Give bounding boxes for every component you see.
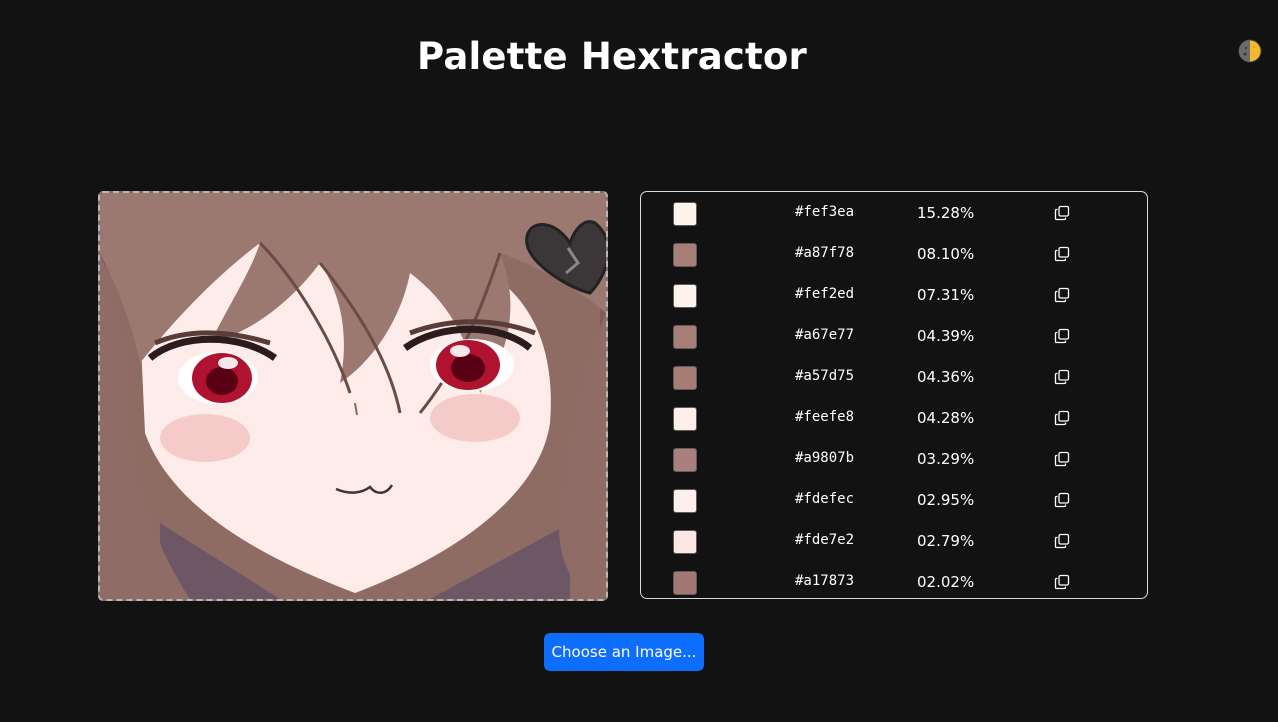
half-moon-theme-icon	[1238, 39, 1262, 63]
hex-code: #fdefec	[795, 491, 855, 507]
color-swatch	[673, 448, 697, 472]
color-swatch	[673, 243, 697, 267]
palette-row: #fef3ea 15.28%	[641, 192, 1147, 233]
choose-image-button[interactable]: Choose an Image...	[544, 633, 704, 671]
copy-icon	[1054, 328, 1070, 344]
copy-hex-button[interactable]	[1054, 533, 1070, 549]
hex-code: #a57d75	[795, 368, 855, 384]
copy-hex-button[interactable]	[1054, 410, 1070, 426]
copy-hex-button[interactable]	[1054, 492, 1070, 508]
theme-toggle-button[interactable]	[1238, 39, 1262, 63]
color-swatch	[673, 489, 697, 513]
anime-girl-face-image	[100, 193, 606, 599]
palette-row: #fef2ed 07.31%	[641, 274, 1147, 315]
color-percentage: 02.02%	[917, 573, 975, 591]
color-percentage: 08.10%	[917, 245, 975, 263]
copy-icon	[1054, 533, 1070, 549]
color-swatch	[673, 530, 697, 554]
palette-row: #a67e77 04.39%	[641, 315, 1147, 356]
copy-icon	[1054, 287, 1070, 303]
copy-icon	[1054, 205, 1070, 221]
copy-hex-button[interactable]	[1054, 246, 1070, 262]
app-page: Palette Hextractor #fef3ea 15.28% #a87f7…	[0, 0, 1278, 722]
palette-row: #a87f78 08.10%	[641, 233, 1147, 274]
copy-icon	[1054, 369, 1070, 385]
page-title: Palette Hextractor	[417, 35, 807, 78]
copy-icon	[1054, 451, 1070, 467]
copy-hex-button[interactable]	[1054, 369, 1070, 385]
color-percentage: 07.31%	[917, 286, 975, 304]
hex-code: #a9807b	[795, 450, 855, 466]
palette-row: #feefe8 04.28%	[641, 397, 1147, 438]
color-percentage: 15.28%	[917, 204, 975, 222]
color-percentage: 02.79%	[917, 532, 975, 550]
color-percentage: 04.39%	[917, 327, 975, 345]
copy-hex-button[interactable]	[1054, 574, 1070, 590]
palette-row: #a9807b 03.29%	[641, 438, 1147, 479]
color-percentage: 04.36%	[917, 368, 975, 386]
hex-code: #a67e77	[795, 327, 855, 343]
hex-code: #a17873	[795, 573, 855, 589]
color-swatch	[673, 407, 697, 431]
copy-hex-button[interactable]	[1054, 328, 1070, 344]
palette-list: #fef3ea 15.28% #a87f78 08.10% #fef2ed 07.31% #…	[640, 191, 1148, 599]
hex-code: #a87f78	[795, 245, 855, 261]
color-swatch	[673, 571, 697, 595]
palette-row: #fdefec 02.95%	[641, 479, 1147, 520]
color-swatch	[673, 202, 697, 226]
copy-hex-button[interactable]	[1054, 451, 1070, 467]
hex-code: #feefe8	[795, 409, 855, 425]
copy-hex-button[interactable]	[1054, 287, 1070, 303]
image-preview-dropzone[interactable]	[98, 191, 608, 601]
color-percentage: 04.28%	[917, 409, 975, 427]
palette-row: #a57d75 04.36%	[641, 356, 1147, 397]
hex-code: #fef2ed	[795, 286, 855, 302]
color-percentage: 03.29%	[917, 450, 975, 468]
copy-icon	[1054, 246, 1070, 262]
palette-row: #a17873 02.02%	[641, 561, 1147, 602]
color-percentage: 02.95%	[917, 491, 975, 509]
copy-icon	[1054, 574, 1070, 590]
copy-icon	[1054, 492, 1070, 508]
palette-row: #fde7e2 02.79%	[641, 520, 1147, 561]
color-swatch	[673, 284, 697, 308]
copy-icon	[1054, 410, 1070, 426]
hex-code: #fef3ea	[795, 204, 855, 220]
color-swatch	[673, 366, 697, 390]
copy-hex-button[interactable]	[1054, 205, 1070, 221]
hex-code: #fde7e2	[795, 532, 855, 548]
color-swatch	[673, 325, 697, 349]
